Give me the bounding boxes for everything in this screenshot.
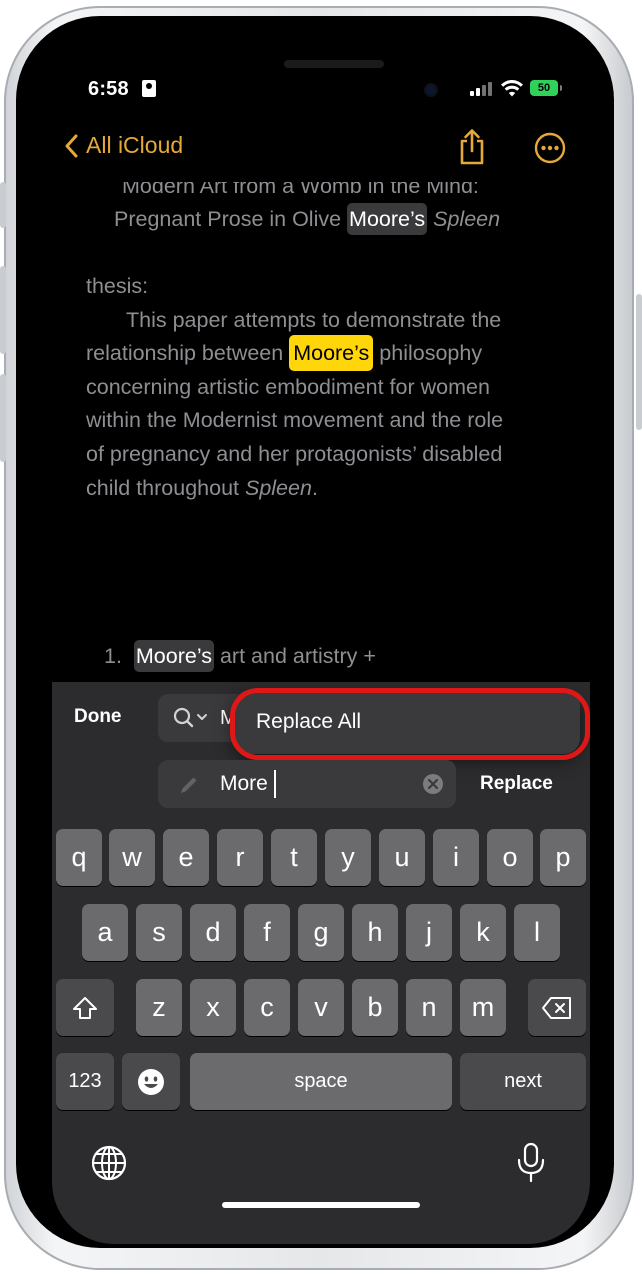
key-d[interactable]: d — [190, 904, 236, 961]
key-r[interactable]: r — [217, 829, 263, 886]
keyboard — [52, 828, 590, 1244]
key-u[interactable]: u — [379, 829, 425, 886]
paragraph-line: This paper attempts to demonstrate the — [126, 308, 502, 332]
power-button — [636, 294, 642, 430]
replace-input[interactable]: More — [158, 760, 456, 808]
note-title-line-1: Modern Art from a Womb in the Mind: — [122, 174, 479, 198]
note-title-line-2: Pregnant Prose in Olive Moore’s Spleen — [114, 203, 501, 235]
key-s[interactable]: s — [136, 904, 182, 961]
volume-down-button — [0, 374, 6, 462]
globe-icon[interactable] — [90, 1144, 128, 1182]
key-k[interactable]: k — [460, 904, 506, 961]
key-i[interactable]: i — [433, 829, 479, 886]
key-h[interactable]: h — [352, 904, 398, 961]
paragraph-line: of pregnancy and her protagonists’ disab… — [86, 442, 503, 466]
key-t[interactable]: t — [271, 829, 317, 886]
screenshot: 6:58 50 All iCloud Modern Art from a Wom… — [0, 0, 642, 1274]
space-key[interactable]: space — [190, 1053, 452, 1110]
key-l[interactable]: l — [514, 904, 560, 961]
key-v[interactable]: v — [298, 979, 344, 1036]
list-number: 1. — [104, 644, 122, 668]
back-label: All iCloud — [86, 132, 184, 158]
paragraph-line: relationship between Moore’s philosophy — [86, 335, 482, 371]
key-a[interactable]: a — [82, 904, 128, 961]
emoji-icon — [138, 1068, 164, 1095]
microphone-icon[interactable] — [514, 1142, 548, 1184]
key-m[interactable]: m — [460, 979, 506, 1036]
key-q[interactable]: q — [56, 829, 102, 886]
numbers-key[interactable]: 123 — [56, 1053, 114, 1110]
delete-key[interactable] — [528, 979, 586, 1036]
battery-icon: 50 — [530, 80, 562, 96]
paragraph-line: child throughout Spleen. — [86, 476, 318, 500]
backspace-icon — [542, 996, 571, 1019]
action-button — [0, 182, 6, 228]
home-indicator[interactable] — [222, 1202, 420, 1208]
earpiece-speaker — [284, 60, 384, 68]
paragraph-line: concerning artistic embodiment for women — [86, 375, 490, 399]
search-options-icon[interactable] — [172, 706, 210, 730]
chevron-left-icon — [65, 134, 78, 157]
shift-icon — [73, 996, 97, 1019]
next-key[interactable]: next — [460, 1053, 586, 1110]
focus-id-icon — [142, 80, 156, 97]
clear-text-icon[interactable] — [422, 773, 444, 795]
key-y[interactable]: y — [325, 829, 371, 886]
cellular-signal-icon — [470, 82, 494, 96]
wifi-icon — [501, 80, 523, 97]
battery-level: 50 — [537, 82, 551, 94]
key-n[interactable]: n — [406, 979, 452, 1036]
key-z[interactable]: z — [136, 979, 182, 1036]
key-p[interactable]: p — [540, 829, 586, 886]
title-text: Pregnant Prose in Olive — [114, 207, 348, 231]
pencil-icon — [181, 777, 197, 793]
title-italic-text: Spleen — [433, 207, 501, 231]
more-options-icon[interactable] — [534, 132, 566, 164]
key-e[interactable]: e — [163, 829, 209, 886]
search-match: Moore’s — [133, 640, 214, 672]
key-b[interactable]: b — [352, 979, 398, 1036]
volume-up-button — [0, 266, 6, 354]
replace-button[interactable]: Replace — [480, 773, 553, 795]
thesis-label: thesis: — [86, 274, 149, 298]
back-button[interactable]: All iCloud — [64, 132, 183, 159]
text-cursor — [274, 770, 276, 798]
share-icon[interactable] — [456, 128, 488, 166]
phone-screen: 6:58 50 All iCloud Modern Art from a Wom… — [52, 28, 590, 1244]
key-j[interactable]: j — [406, 904, 452, 961]
key-x[interactable]: x — [190, 979, 236, 1036]
done-button[interactable]: Done — [74, 706, 122, 728]
key-w[interactable]: w — [109, 829, 155, 886]
shift-key[interactable] — [56, 979, 114, 1036]
search-match: Moore’s — [347, 203, 428, 235]
emoji-key[interactable] — [122, 1053, 180, 1110]
current-search-match: Moore’s — [289, 335, 374, 371]
list-item: 1. Moore’s art and artistry + — [104, 640, 376, 672]
paragraph-line: within the Modernist movement and the ro… — [86, 408, 504, 432]
replace-input-value: More — [220, 772, 268, 795]
front-camera — [426, 85, 436, 95]
key-o[interactable]: o — [487, 829, 533, 886]
highlight-callout — [230, 688, 590, 760]
key-f[interactable]: f — [244, 904, 290, 961]
key-g[interactable]: g — [298, 904, 344, 961]
status-time: 6:58 — [88, 78, 129, 100]
key-c[interactable]: c — [244, 979, 290, 1036]
